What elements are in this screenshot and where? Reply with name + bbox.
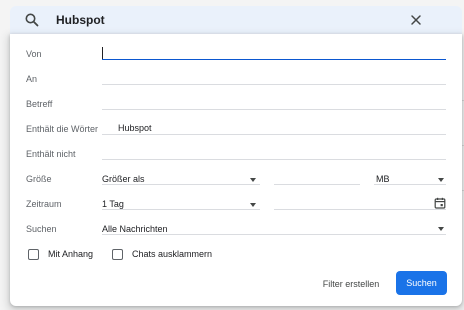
chevron-down-icon[interactable] xyxy=(250,178,256,182)
betreff-label: Betreff xyxy=(26,99,53,109)
has-attachment-label[interactable]: Mit Anhang xyxy=(48,248,93,260)
close-icon[interactable] xyxy=(408,12,424,28)
page: Hubspot Von An Betreff Enthält die Wörte… xyxy=(0,0,464,310)
search-in-underline xyxy=(102,234,446,235)
search-query[interactable]: Hubspot xyxy=(56,12,105,28)
search-bar[interactable]: Hubspot xyxy=(10,6,462,34)
von-label: Von xyxy=(26,49,42,59)
an-label: An xyxy=(26,74,38,84)
size-unit-underline xyxy=(374,184,446,185)
chevron-down-icon[interactable] xyxy=(438,227,444,231)
betreff-field[interactable] xyxy=(102,109,446,110)
text-caret xyxy=(102,47,103,59)
size-label: Größe xyxy=(26,174,52,184)
contains-words-label: Enthält die Wörter xyxy=(26,124,99,134)
von-field[interactable] xyxy=(102,59,446,60)
contains-words-value[interactable]: Hubspot xyxy=(118,122,152,134)
time-range-underline xyxy=(102,209,260,210)
calendar-icon[interactable] xyxy=(434,197,446,209)
has-attachment-checkbox[interactable] xyxy=(28,249,39,260)
does-not-contain-field[interactable] xyxy=(102,159,446,160)
exclude-chats-checkbox[interactable] xyxy=(112,249,123,260)
chevron-down-icon[interactable] xyxy=(250,203,256,207)
size-amount-field[interactable] xyxy=(274,184,360,185)
advanced-search-panel: Von An Betreff Enthält die Wörter Hubspo… xyxy=(10,34,462,306)
search-button[interactable]: Suchen xyxy=(396,271,447,295)
search-icon[interactable] xyxy=(24,12,40,28)
search-in-label: Suchen xyxy=(26,224,57,234)
does-not-contain-label: Enthält nicht xyxy=(26,149,76,159)
exclude-chats-label[interactable]: Chats ausklammern xyxy=(132,248,212,260)
create-filter-button[interactable]: Filter erstellen xyxy=(310,272,392,296)
size-comparator-underline xyxy=(102,184,260,185)
contains-words-field[interactable] xyxy=(102,134,446,135)
chevron-down-icon[interactable] xyxy=(438,178,444,182)
an-field[interactable] xyxy=(102,84,446,85)
date-field[interactable] xyxy=(274,209,446,210)
time-range-label: Zeitraum xyxy=(26,199,62,209)
